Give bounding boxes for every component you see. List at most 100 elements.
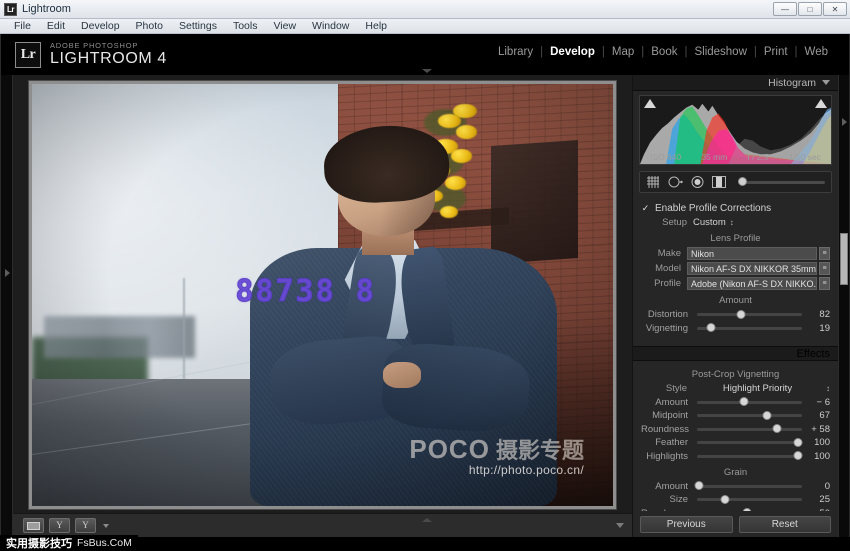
vignette-roundness-row[interactable]: Roundness + 58 (641, 424, 830, 435)
module-slideshow[interactable]: Slideshow (687, 46, 753, 58)
shadow-clipping-indicator-icon[interactable] (644, 99, 656, 108)
vignetting-slider-knob[interactable] (706, 323, 716, 332)
top-panel-collapse-caret-icon[interactable] (422, 69, 432, 73)
toolbar-overflow-caret-icon[interactable] (616, 523, 624, 528)
filmstrip-expand-caret-icon[interactable] (422, 518, 432, 522)
lens-profile-value[interactable]: Adobe (Nikon AF-S DX NIKKO... (687, 277, 817, 290)
graduated-filter-icon[interactable] (712, 176, 726, 188)
vignette-style-row[interactable]: Style Highlight Priority ↕ (641, 383, 830, 394)
module-library[interactable]: Library (491, 46, 540, 58)
lens-profile-dropdown-icon[interactable]: ≡ (819, 277, 830, 290)
grain-size-track[interactable] (697, 494, 802, 504)
red-eye-correction-icon[interactable] (691, 176, 704, 188)
vignette-roundness-knob[interactable] (772, 424, 782, 433)
previous-button[interactable]: Previous (640, 515, 733, 533)
enable-profile-corrections-row[interactable]: ✓ Enable Profile Corrections (641, 203, 830, 214)
photo-preview[interactable]: 88738 8 POCO 摄影专题 http://photo.poco.cn/ (32, 84, 613, 506)
before-after-button[interactable]: Y (49, 518, 70, 533)
minimize-button[interactable]: — (773, 2, 797, 16)
setup-dropdown-icon[interactable]: ↕ (730, 218, 734, 227)
setup-value[interactable]: Custom (693, 217, 726, 228)
toolbar-options-caret-icon[interactable] (103, 523, 109, 528)
menu-develop[interactable]: Develop (73, 19, 128, 33)
lens-make-dropdown-icon[interactable]: ≡ (819, 247, 830, 260)
vignette-feather-knob[interactable] (793, 437, 803, 447)
highlight-clipping-indicator-icon[interactable] (815, 99, 827, 108)
vignette-roundness-label: Roundness (641, 423, 690, 435)
lens-make-row[interactable]: Make Nikon ≡ (641, 247, 830, 260)
menu-photo[interactable]: Photo (128, 19, 171, 33)
identity-plate[interactable]: Lr ADOBE PHOTOSHOP LIGHTROOM 4 (15, 41, 167, 68)
menu-edit[interactable]: Edit (39, 19, 73, 33)
wordmark-main: LIGHTROOM 4 (50, 50, 167, 68)
vignette-style-value[interactable]: Highlight Priority (693, 383, 822, 394)
reset-button[interactable]: Reset (738, 515, 831, 533)
vignette-midpoint-row[interactable]: Midpoint 67 (641, 410, 830, 421)
wordmark: ADOBE PHOTOSHOP LIGHTROOM 4 (50, 42, 167, 68)
vignetting-value: 19 (819, 322, 830, 334)
vignette-midpoint-knob[interactable] (762, 410, 772, 420)
grain-amount-track[interactable] (694, 481, 802, 490)
menu-window[interactable]: Window (304, 19, 357, 33)
collapse-right-panel-arrow-icon[interactable] (842, 118, 847, 126)
distortion-slider-row[interactable]: Distortion 82 (641, 309, 830, 320)
vignette-highlights-track[interactable] (697, 451, 803, 460)
maximize-button[interactable]: □ (798, 2, 822, 16)
distortion-slider-knob[interactable] (736, 309, 746, 319)
grain-size-knob[interactable] (720, 494, 730, 504)
effects-panel-header[interactable]: Effects (633, 346, 838, 361)
vignette-highlights-row[interactable]: Highlights 100 (641, 451, 830, 462)
tool-size-slider[interactable] (738, 177, 825, 186)
vignetting-label: Vignetting (645, 322, 688, 334)
histogram-panel-header[interactable]: Histogram (633, 75, 838, 91)
vignetting-slider-row[interactable]: Vignetting 19 (641, 323, 830, 334)
vignette-feather-row[interactable]: Feather 100 (641, 437, 830, 448)
close-button[interactable]: ✕ (823, 2, 847, 16)
grain-amount-row[interactable]: Amount 0 (641, 481, 830, 492)
vignette-style-dropdown-icon[interactable]: ↕ (826, 384, 830, 393)
window-title-bar: Lr Lightroom — □ ✕ (0, 0, 850, 19)
right-panel-scrollbar-thumb[interactable] (840, 233, 848, 285)
vignette-amount-knob[interactable] (739, 397, 749, 406)
lens-make-label: Make (657, 248, 681, 259)
vignette-roundness-track[interactable] (697, 424, 802, 433)
right-panel-rail[interactable] (838, 75, 849, 537)
module-web[interactable]: Web (798, 46, 835, 58)
spot-removal-icon[interactable] (668, 176, 683, 188)
lens-model-row[interactable]: Model Nikon AF-S DX NIKKOR 35mm... ≡ (641, 262, 830, 275)
vignette-amount-track[interactable] (697, 397, 802, 406)
menu-help[interactable]: Help (357, 19, 395, 33)
lens-profile-row[interactable]: Profile Adobe (Nikon AF-S DX NIKKO... ≡ (641, 277, 830, 290)
vignette-amount-row[interactable]: Amount − 6 (641, 397, 830, 408)
before-after-split-button[interactable]: Y (75, 518, 96, 533)
histogram-graph[interactable]: ISO 640 35 mm f / 2.5 1/50 sec (639, 95, 832, 165)
lens-make-value[interactable]: Nikon (687, 247, 817, 260)
distortion-slider-track[interactable] (697, 309, 802, 319)
vignette-midpoint-track[interactable] (697, 410, 802, 420)
tool-size-slider-knob[interactable] (738, 177, 747, 186)
vignetting-slider-track[interactable] (697, 323, 802, 332)
histogram-panel: ISO 640 35 mm f / 2.5 1/50 sec (633, 91, 838, 165)
left-panel-collapsed[interactable] (1, 75, 13, 537)
module-book[interactable]: Book (644, 46, 684, 58)
crop-overlay-icon[interactable] (646, 176, 660, 188)
menu-file[interactable]: File (6, 19, 39, 33)
module-develop[interactable]: Develop (543, 46, 602, 58)
grain-size-row[interactable]: Size 25 (641, 494, 830, 505)
setup-label: Setup (662, 217, 687, 228)
expand-left-panel-arrow-icon[interactable] (5, 269, 10, 278)
loupe-view-button[interactable] (23, 518, 44, 533)
menu-view[interactable]: View (265, 19, 304, 33)
histogram-shutter: 1/50 sec (788, 152, 821, 162)
chevron-down-icon[interactable] (822, 80, 830, 85)
setup-row[interactable]: Setup Custom ↕ (641, 217, 830, 228)
menu-tools[interactable]: Tools (225, 19, 266, 33)
module-print[interactable]: Print (757, 46, 795, 58)
module-map[interactable]: Map (605, 46, 641, 58)
vignette-feather-track[interactable] (697, 437, 803, 447)
grain-amount-knob[interactable] (694, 481, 704, 490)
lens-model-dropdown-icon[interactable]: ≡ (819, 262, 830, 275)
vignette-highlights-knob[interactable] (793, 451, 803, 460)
lens-model-value[interactable]: Nikon AF-S DX NIKKOR 35mm... (687, 262, 817, 275)
menu-settings[interactable]: Settings (171, 19, 225, 33)
